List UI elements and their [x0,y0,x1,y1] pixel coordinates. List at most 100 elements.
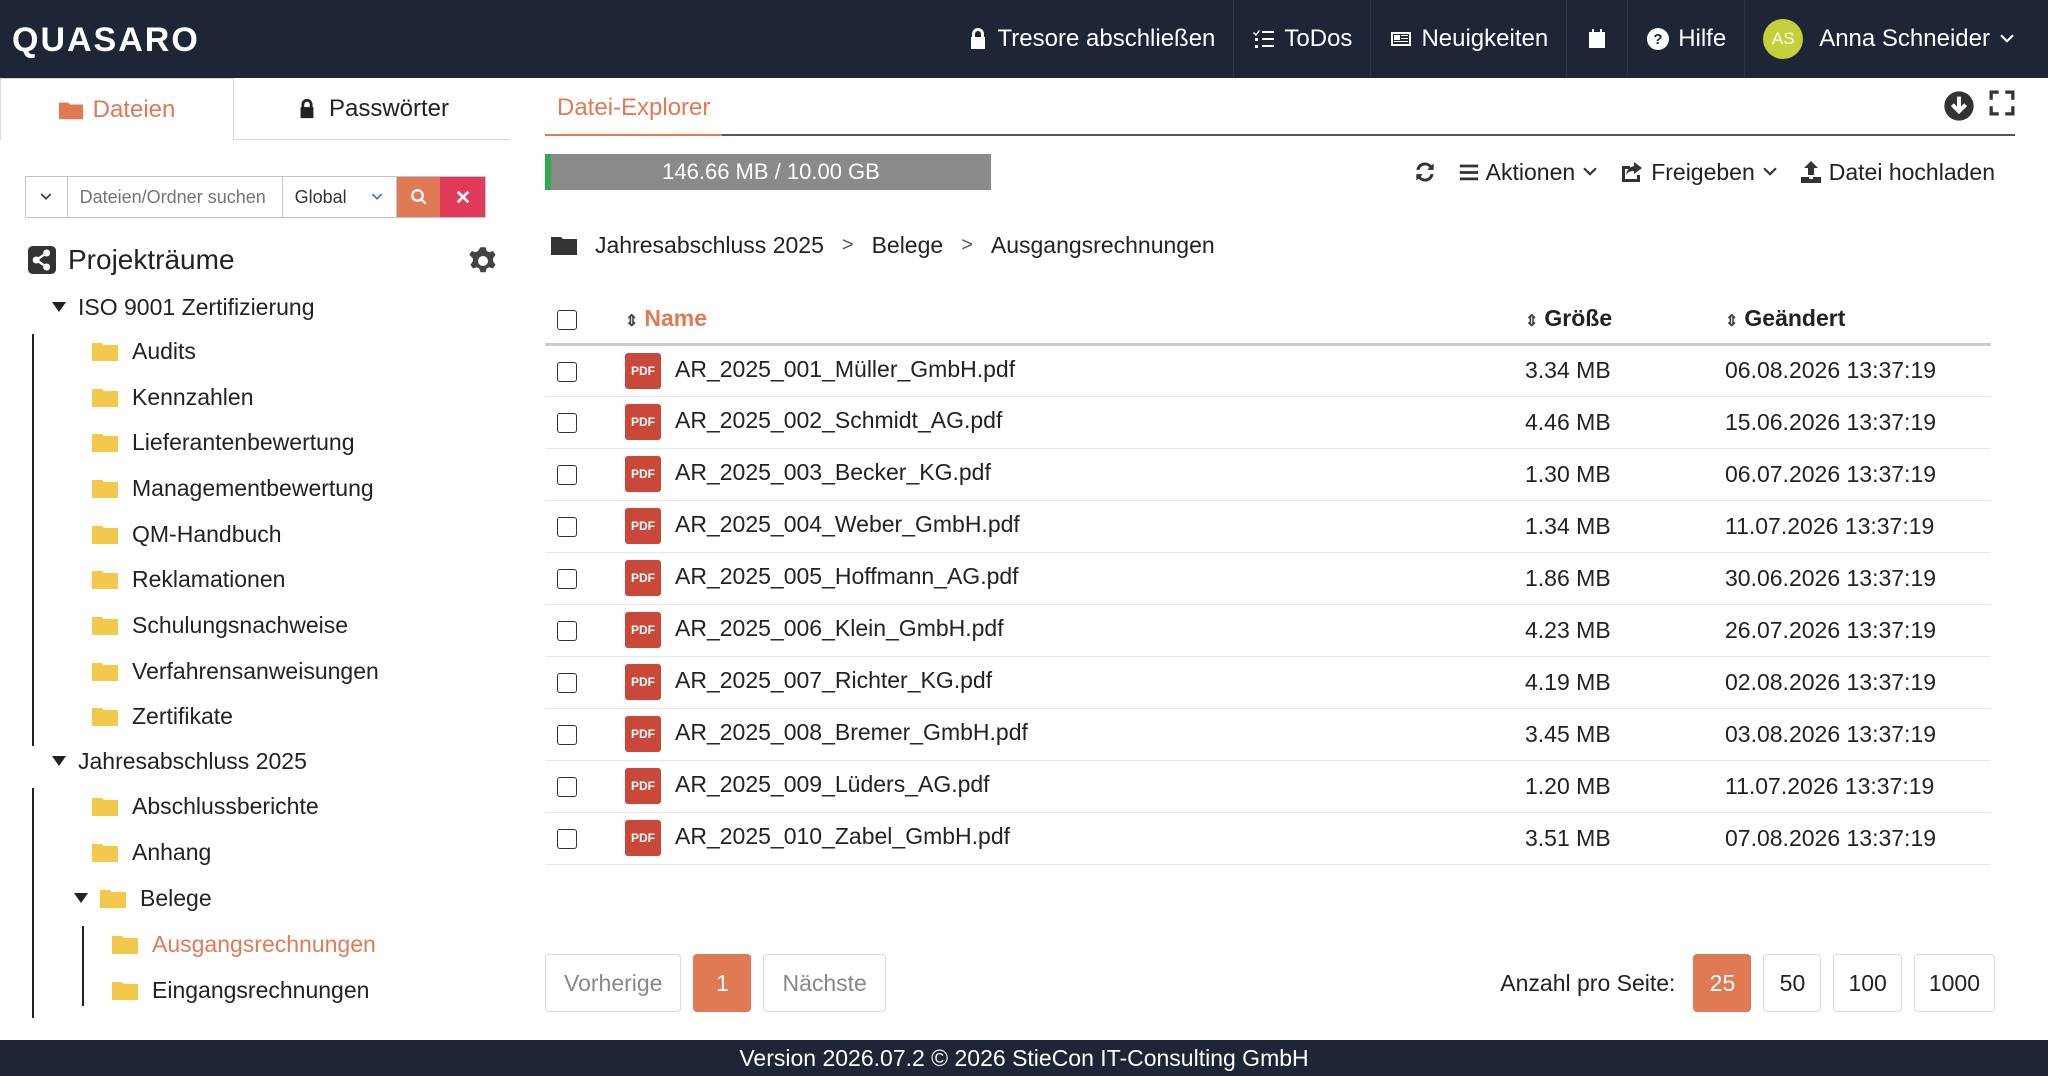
sort-icon: ⇕ [1525,312,1539,330]
share-menu-button[interactable]: Freigeben [1619,159,1779,186]
tree-item-label: Ausgangsrechnungen [152,930,376,957]
tree-folder-item[interactable]: Eingangsrechnungen [112,973,369,1007]
file-size: 1.20 MB [1525,772,1611,799]
row-checkbox[interactable] [557,673,577,694]
row-checkbox[interactable] [557,777,577,798]
file-modified: 03.08.2026 13:37:19 [1725,720,1937,747]
tree-folder-item[interactable]: Ausgangsrechnungen [112,927,376,961]
tree-folder-item[interactable]: Abschlussberichte [92,789,319,823]
table-row[interactable]: PDF AR_2025_010_Zabel_GmbH.pdf 3.51 MB 07.0… [545,812,1991,865]
row-checkbox[interactable] [557,465,577,486]
tree-folder-item[interactable]: Managementbewertung [92,471,374,505]
tab-passwords[interactable]: Passwörter [234,78,510,140]
breadcrumb-item-2[interactable]: Belege [872,232,944,259]
file-name-cell[interactable]: PDF AR_2025_002_Schmidt_AG.pdf [625,396,1525,449]
per-page-label: Anzahl pro Seite: [1500,969,1676,996]
search-scope-select[interactable]: Global [283,177,397,217]
column-name[interactable]: ⇕ Name [625,294,1525,346]
tree-folder-item[interactable]: Belege [74,881,212,915]
download-circle-icon[interactable] [1943,90,1975,122]
previous-page-button[interactable]: Vorherige [545,954,682,1012]
file-name-cell[interactable]: PDF AR_2025_004_Weber_GmbH.pdf [625,500,1525,553]
calendar-button[interactable] [1567,0,1629,78]
breadcrumb-item-1[interactable]: Jahresabschluss 2025 [595,232,824,259]
file-name: AR_2025_007_Richter_KG.pdf [675,667,993,694]
search-options-toggle[interactable] [26,177,68,217]
clear-search-button[interactable] [440,177,485,217]
tree-project-root[interactable]: Jahresabschluss 2025 [52,744,307,778]
search-input[interactable] [67,177,283,217]
table-row[interactable]: PDF AR_2025_006_Klein_GmbH.pdf 4.23 MB 26.0… [545,604,1991,657]
next-page-button[interactable]: Nächste [763,954,886,1012]
file-name-cell[interactable]: PDF AR_2025_009_Lüders_AG.pdf [625,760,1525,813]
svg-text:?: ? [1654,31,1663,48]
help-button[interactable]: ? Hilfe [1628,0,1746,78]
tree-folder-item[interactable]: Reklamationen [92,562,285,596]
app-logo[interactable]: QUASARO [12,20,200,60]
select-all-checkbox[interactable] [557,309,577,330]
row-checkbox[interactable] [557,361,577,382]
file-name-cell[interactable]: PDF AR_2025_010_Zabel_GmbH.pdf [625,812,1525,865]
table-row[interactable]: PDF AR_2025_005_Hoffmann_AG.pdf 1.86 MB 30.… [545,552,1991,605]
table-row[interactable]: PDF AR_2025_007_Richter_KG.pdf 4.19 MB 02.0… [545,656,1991,709]
tab-file-explorer[interactable]: Datei-Explorer [557,94,710,122]
tree-folder-item[interactable]: Verfahrensanweisungen [92,654,379,688]
breadcrumb-item-3[interactable]: Ausgangsrechnungen [991,232,1215,259]
search-button[interactable] [396,177,441,217]
per-page-100-button[interactable]: 100 [1833,954,1902,1012]
row-checkbox[interactable] [557,569,577,590]
row-checkbox[interactable] [557,829,577,850]
page-button-1[interactable]: 1 [693,954,752,1012]
tree-folder-item[interactable]: Kennzahlen [92,380,254,414]
table-row[interactable]: PDF AR_2025_003_Becker_KG.pdf 1.30 MB 06.07… [545,448,1991,501]
row-checkbox[interactable] [557,413,577,434]
refresh-button[interactable] [1412,159,1438,185]
table-row[interactable]: PDF AR_2025_009_Lüders_AG.pdf 1.20 MB 11.07… [545,760,1991,813]
tree-item-label: Abschlussberichte [132,792,319,819]
lock-vaults-button[interactable]: Tresore abschließen [948,0,1235,78]
file-name-cell[interactable]: PDF AR_2025_001_Müller_GmbH.pdf [625,344,1525,397]
tree-folder-item[interactable]: Anhang [92,835,211,869]
tree-folder-item[interactable]: Lieferantenbewertung [92,425,355,459]
news-button[interactable]: Neuigkeiten [1371,0,1568,78]
tree-folder-item[interactable]: QM-Handbuch [92,517,282,551]
upload-file-button[interactable]: Datei hochladen [1799,159,1995,186]
column-size[interactable]: ⇕ Größe [1525,294,1725,346]
tree-folder-item[interactable]: Schulungsnachweise [92,608,348,642]
main-tabbar: Datei-Explorer [545,78,2015,136]
per-page-50-button[interactable]: 50 [1763,954,1822,1012]
search-scope-value: Global [294,186,347,207]
actions-menu-button[interactable]: Aktionen [1458,159,1600,186]
file-name-cell[interactable]: PDF AR_2025_006_Klein_GmbH.pdf [625,604,1525,657]
user-menu[interactable]: AS Anna Schneider [1745,0,2048,78]
folder-icon [92,798,118,816]
tree-folder-item[interactable]: Zertifikate [92,699,233,733]
file-name-cell[interactable]: PDF AR_2025_003_Becker_KG.pdf [625,448,1525,501]
gear-icon[interactable] [468,246,498,276]
row-checkbox[interactable] [557,621,577,642]
per-page-1000-button[interactable]: 1000 [1913,954,1995,1012]
row-checkbox[interactable] [557,725,577,746]
tree-project-root[interactable]: ISO 9001 Zertifizierung [52,290,315,324]
column-modified[interactable]: ⇕ Geändert [1725,294,1991,346]
tab-files[interactable]: Dateien [0,78,234,140]
table-row[interactable]: PDF AR_2025_002_Schmidt_AG.pdf 4.46 MB 15.0… [545,396,1991,449]
tree-folder-item[interactable]: Audits [92,334,196,368]
fullscreen-icon[interactable] [1989,90,2015,116]
file-name-cell[interactable]: PDF AR_2025_008_Bremer_GmbH.pdf [625,708,1525,761]
row-checkbox[interactable] [557,517,577,538]
pdf-file-icon: PDF [625,612,661,648]
table-row[interactable]: PDF AR_2025_001_Müller_GmbH.pdf 3.34 MB 06.… [545,344,1991,397]
pdf-file-icon: PDF [625,820,661,856]
folder-icon [92,708,118,726]
table-row[interactable]: PDF AR_2025_004_Weber_GmbH.pdf 1.34 MB 11.0… [545,500,1991,553]
file-name-cell[interactable]: PDF AR_2025_005_Hoffmann_AG.pdf [625,552,1525,605]
file-modified-cell: 02.08.2026 13:37:19 [1725,656,1991,709]
table-row[interactable]: PDF AR_2025_008_Bremer_GmbH.pdf 3.45 MB 03.… [545,708,1991,761]
row-select-cell [545,760,625,813]
per-page-25-button[interactable]: 25 [1693,954,1752,1012]
file-name: AR_2025_008_Bremer_GmbH.pdf [675,719,1028,746]
todos-button[interactable]: ToDos [1234,0,1372,78]
file-size: 1.30 MB [1525,460,1611,487]
file-name-cell[interactable]: PDF AR_2025_007_Richter_KG.pdf [625,656,1525,709]
